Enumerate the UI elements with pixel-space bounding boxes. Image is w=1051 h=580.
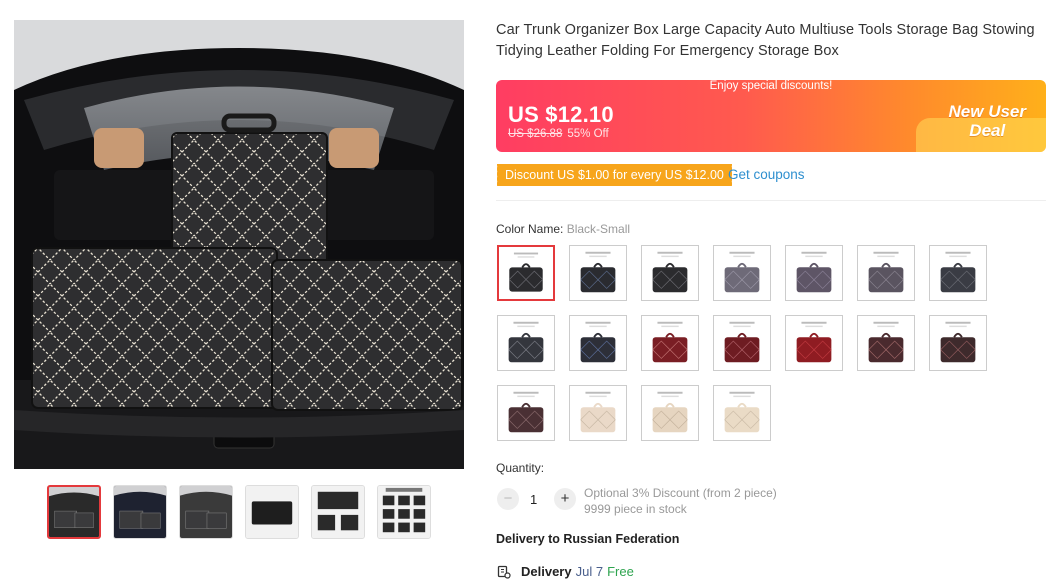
thumbnail-image: [114, 486, 166, 538]
optional-discount-text: Optional 3% Discount (from 2 piece): [584, 486, 777, 500]
thumbnail[interactable]: [113, 485, 167, 539]
product-title: Car Trunk Organizer Box Large Capacity A…: [496, 22, 1035, 59]
product-main-image[interactable]: [14, 20, 464, 469]
color-swatch[interactable]: [713, 315, 771, 371]
delivery-destination: Delivery to Russian Federation: [496, 532, 680, 546]
thumbnail[interactable]: [311, 485, 365, 539]
thumbnail-image: [49, 487, 99, 537]
thumbnail-image: [378, 486, 430, 538]
deal-badge-line2: Deal: [969, 121, 1006, 140]
new-user-deal-badge: New User Deal: [906, 96, 1046, 152]
color-swatch[interactable]: [929, 245, 987, 301]
delivery-label: Delivery: [521, 564, 572, 579]
color-swatch[interactable]: [785, 245, 843, 301]
swatch-box-image: [940, 321, 976, 363]
coupon-tag: Discount US $1.00 for every US $12.00: [495, 164, 732, 186]
quantity-increase-button[interactable]: +: [554, 488, 576, 510]
discount-percent: 55% Off: [567, 128, 609, 140]
thumbnail-image: [312, 486, 364, 538]
swatch-box-image: [724, 321, 760, 363]
color-name-label: Color Name: Black-Small: [496, 222, 630, 236]
color-swatch[interactable]: [857, 245, 915, 301]
swatch-box-image: [724, 391, 760, 433]
thumbnail[interactable]: [245, 485, 299, 539]
thumbnail[interactable]: [377, 485, 431, 539]
swatch-box-image: [508, 321, 544, 363]
original-price: US $26.88: [508, 128, 563, 140]
delivery-row: Delivery Jul 7 Free: [497, 564, 634, 579]
color-swatch[interactable]: [497, 385, 555, 441]
swatch-box-image: [724, 251, 760, 293]
color-swatch[interactable]: [713, 245, 771, 301]
stock-text: 9999 piece in stock: [584, 502, 687, 516]
swatch-box-image: [580, 321, 616, 363]
swatch-box-image: [652, 391, 688, 433]
color-swatch-grid: [497, 245, 997, 441]
color-swatch[interactable]: [497, 315, 555, 371]
thumbnail[interactable]: [179, 485, 233, 539]
quantity-decrease-button[interactable]: −: [497, 488, 519, 510]
swatch-box-image: [868, 251, 904, 293]
color-swatch[interactable]: [641, 385, 699, 441]
color-swatch[interactable]: [497, 245, 555, 301]
swatch-box-image: [796, 251, 832, 293]
color-swatch[interactable]: [929, 315, 987, 371]
thumbnail[interactable]: [47, 485, 101, 539]
color-swatch[interactable]: [857, 315, 915, 371]
color-swatch[interactable]: [569, 245, 627, 301]
swatch-box-image: [509, 252, 543, 292]
delivery-icon: [497, 565, 511, 579]
swatch-box-image: [652, 251, 688, 293]
color-swatch[interactable]: [641, 315, 699, 371]
quantity-label: Quantity:: [496, 461, 545, 475]
original-price-row: US $26.88 55% Off: [508, 128, 609, 140]
swatch-box-image: [868, 321, 904, 363]
quantity-value[interactable]: 1: [530, 492, 537, 507]
delivery-date: Jul 7: [575, 564, 604, 579]
color-swatch[interactable]: [569, 385, 627, 441]
price-banner: Enjoy special discounts! US $12.10 US $2…: [496, 80, 1046, 152]
color-swatch[interactable]: [569, 315, 627, 371]
deal-badge-line1: New User: [948, 102, 1026, 121]
swatch-box-image: [508, 391, 544, 433]
delivery-cost: Free: [607, 564, 634, 579]
thumbnail-image: [246, 486, 298, 538]
section-divider: [496, 200, 1046, 201]
promo-banner-text: Enjoy special discounts!: [709, 80, 833, 92]
deal-badge-text: New User Deal: [949, 102, 1026, 140]
sale-price: US $12.10: [508, 102, 614, 127]
color-name-value: Black-Small: [566, 222, 631, 236]
color-swatch[interactable]: [713, 385, 771, 441]
swatch-box-image: [580, 391, 616, 433]
thumbnail-strip: [47, 485, 431, 539]
get-coupons-link[interactable]: Get coupons: [728, 167, 805, 182]
swatch-box-image: [580, 251, 616, 293]
swatch-box-image: [796, 321, 832, 363]
color-swatch[interactable]: [641, 245, 699, 301]
color-swatch[interactable]: [785, 315, 843, 371]
color-name-title: Color Name:: [496, 222, 564, 236]
thumbnail-image: [180, 486, 232, 538]
swatch-box-image: [940, 251, 976, 293]
swatch-box-image: [652, 321, 688, 363]
quantity-info: Optional 3% Discount (from 2 piece) 9999…: [584, 485, 777, 517]
